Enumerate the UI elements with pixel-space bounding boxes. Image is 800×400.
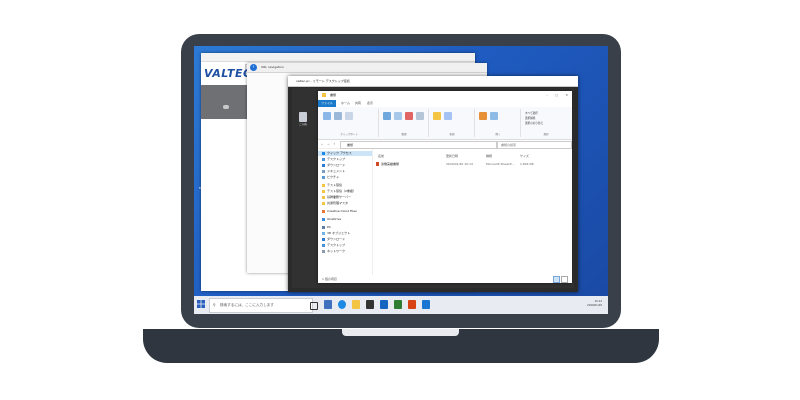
ribbon-group-organize: 整理 xyxy=(380,109,429,137)
rename-icon[interactable] xyxy=(416,112,424,120)
copy-icon[interactable] xyxy=(334,112,342,120)
file-modified: 2020/01/20 10:13 xyxy=(446,162,473,166)
minimize-icon[interactable]: – xyxy=(547,91,549,100)
select-all-button[interactable]: すべて選択 xyxy=(525,112,538,116)
search-icon: ⚲ xyxy=(213,303,216,307)
new-folder-icon[interactable] xyxy=(433,112,441,120)
powerpoint-file-icon xyxy=(376,162,379,166)
close-icon[interactable]: ✕ xyxy=(565,91,568,100)
move-icon[interactable] xyxy=(383,112,391,120)
nav-item-pictures[interactable]: ピクチャ xyxy=(322,175,339,180)
tab-share[interactable]: 共有 xyxy=(352,100,364,107)
taskbar: ⚲ 検索するには、ここに入力します 10:12 2020/01/20 xyxy=(194,296,608,314)
grey-side-panel xyxy=(201,85,253,119)
nav-item-folder-1[interactable]: テスト環境 xyxy=(322,183,342,188)
ribbon-group-new: 新規 xyxy=(430,109,475,137)
paste-icon[interactable] xyxy=(345,112,353,120)
taskbar-app-icon-3[interactable] xyxy=(408,300,416,309)
nav-item-downloads[interactable]: ダウンロード xyxy=(322,163,345,168)
nav-item-pc-downloads[interactable]: ダウンロード xyxy=(322,237,345,242)
panel-indicator xyxy=(223,105,229,109)
column-name[interactable]: 名前 xyxy=(378,154,384,158)
recycle-bin-icon xyxy=(299,112,307,122)
nav-item-network[interactable]: ネットワーク xyxy=(322,249,345,254)
rdp-titlebar: valtec-pc - リモート デスクトップ接続 xyxy=(288,76,578,87)
tab-view[interactable]: 表示 xyxy=(364,100,376,107)
valtec-logo: VALTEC xyxy=(204,67,252,80)
nav-item-desktop[interactable]: デスクトップ xyxy=(322,157,345,162)
ribbon-group-open: 開く xyxy=(476,109,521,137)
nav-item-documents[interactable]: ドキュメント xyxy=(322,169,345,174)
address-navigation-bar: ← → ↑ 書類 書類の検索 xyxy=(318,140,572,149)
tab-file[interactable]: ファイル xyxy=(318,100,337,107)
back-arrow-icon[interactable]: ‹ xyxy=(250,64,257,71)
column-modified[interactable]: 更新日時 xyxy=(446,154,458,158)
rdp-desktop: ごみ箱 書類 – □ ✕ ファイル ホーム 共有 表示 クリップボード 整理 新… xyxy=(292,88,574,288)
taskbar-mail-icon[interactable] xyxy=(380,300,388,309)
delete-icon[interactable] xyxy=(405,112,413,120)
open-icon[interactable] xyxy=(490,112,498,120)
nav-item-3d-objects[interactable]: 3D オブジェクト xyxy=(322,231,350,236)
file-name: 労働実績書類 xyxy=(381,162,400,166)
file-type: Microsoft PowerP... xyxy=(486,162,514,166)
remote-desktop-window[interactable]: valtec-pc - リモート デスクトップ接続 ごみ箱 書類 – □ ✕ フ… xyxy=(288,76,578,292)
up-icon[interactable]: ↑ xyxy=(333,140,336,148)
recycle-bin-shortcut[interactable]: ごみ箱 xyxy=(297,112,309,126)
nav-item-folder-2[interactable]: テスト環境（2重複） xyxy=(322,189,356,194)
details-view-icon[interactable] xyxy=(553,276,560,283)
status-bar: 1 個の項目 xyxy=(318,275,572,283)
windows-start-icon[interactable] xyxy=(197,300,205,308)
taskbar-app-icon-2[interactable] xyxy=(394,300,402,309)
select-none-button[interactable]: 選択解除 xyxy=(525,117,535,121)
large-icons-view-icon[interactable] xyxy=(561,276,568,283)
browser-back-titlebar xyxy=(201,53,475,62)
status-text: 1 個の項目 xyxy=(322,277,337,281)
taskbar-explorer-icon[interactable] xyxy=(352,300,360,309)
column-size[interactable]: サイズ xyxy=(520,154,529,158)
nav-item-pc-desktop[interactable]: デスクトップ xyxy=(322,243,345,248)
back-icon[interactable]: ← xyxy=(321,140,324,148)
file-list: 名前 更新日時 種類 サイズ 労働実績書類 2020/01/20 10:13 M… xyxy=(374,149,570,275)
nav-item-creative-cloud[interactable]: Creative Cloud Files xyxy=(322,209,357,214)
nav-item-onedrive[interactable]: OneDrive xyxy=(322,217,341,222)
clock-date: 2020/01/20 xyxy=(587,304,602,307)
taskbar-store-icon[interactable] xyxy=(366,300,374,309)
taskbar-rdp-icon[interactable] xyxy=(422,300,430,309)
taskbar-app-icon-1[interactable] xyxy=(324,300,332,309)
file-size: 1,824 KB xyxy=(520,162,534,166)
copy-to-icon[interactable] xyxy=(394,112,402,120)
taskbar-search-input[interactable]: ⚲ 検索するには、ここに入力します xyxy=(209,298,313,313)
browser-mid-titlebar: URL navigation xyxy=(247,63,487,73)
system-tray[interactable]: 10:12 2020/01/20 xyxy=(530,300,602,310)
file-explorer-window[interactable]: 書類 – □ ✕ ファイル ホーム 共有 表示 クリップボード 整理 新規 開く… xyxy=(318,91,572,283)
column-type[interactable]: 種類 xyxy=(486,154,492,158)
tab-home[interactable]: ホーム xyxy=(338,100,353,107)
navigation-pane: クイック アクセス デスクトップ ダウンロード ドキュメント ピクチャ テスト環… xyxy=(318,149,373,275)
ribbon-group-clipboard: クリップボード xyxy=(320,109,379,137)
nav-item-quick-access[interactable]: クイック アクセス xyxy=(318,151,372,156)
new-item-icon[interactable] xyxy=(444,112,452,120)
nav-item-pc[interactable]: PC xyxy=(322,225,331,230)
ribbon-group-select: すべて選択 選択解除 選択の切り替え 選択 xyxy=(525,112,549,136)
task-view-icon[interactable] xyxy=(310,302,318,310)
explorer-title: 書類 xyxy=(330,93,337,97)
folder-icon xyxy=(322,93,326,97)
pin-icon[interactable] xyxy=(323,112,331,120)
properties-icon[interactable] xyxy=(479,112,487,120)
ribbon-tabs: ファイル ホーム 共有 表示 xyxy=(318,100,572,107)
maximize-icon[interactable]: □ xyxy=(555,91,558,100)
nav-item-folder-3[interactable]: 基幹業務サーバー xyxy=(322,195,351,200)
ribbon: クリップボード 整理 新規 開く すべて選択 選択解除 選択の切り替え 選択 xyxy=(318,107,572,140)
taskbar-edge-icon[interactable] xyxy=(338,300,346,309)
search-box[interactable]: 書類の検索 xyxy=(496,141,572,149)
forward-icon[interactable]: → xyxy=(327,140,330,148)
laptop-notch xyxy=(342,329,459,336)
path-box[interactable]: 書類 xyxy=(340,141,498,149)
nav-item-folder-4[interactable]: 共通管理マスタ xyxy=(322,201,348,206)
laptop-screen: VPN Client ✕ ReGHelp e Microsoft Edge ht… xyxy=(194,46,608,314)
invert-selection-button[interactable]: 選択の切り替え xyxy=(525,122,543,126)
explorer-titlebar: 書類 – □ ✕ xyxy=(318,91,572,100)
file-row[interactable]: 労働実績書類 2020/01/20 10:13 Microsoft PowerP… xyxy=(374,161,570,167)
